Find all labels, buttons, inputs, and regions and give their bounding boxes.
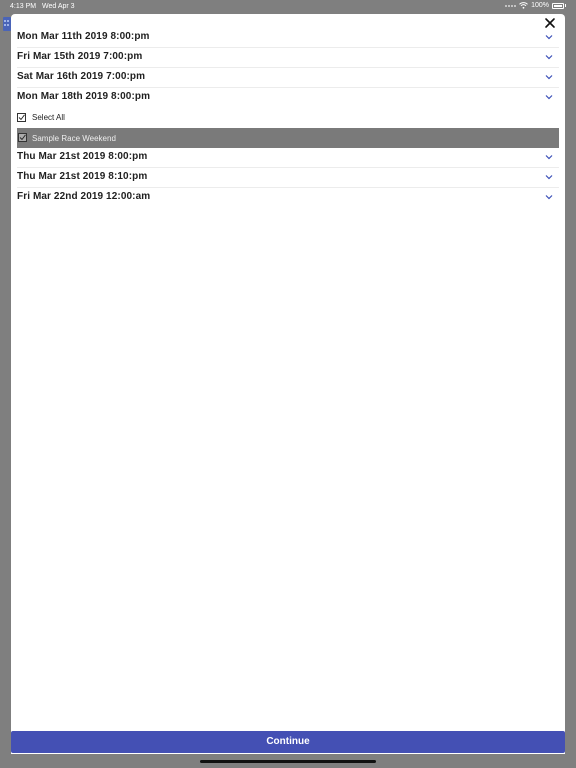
- status-indicators: 100%: [505, 2, 566, 9]
- event-row-label: Fri Mar 22nd 2019 12:00:am: [17, 191, 151, 202]
- status-bar: 4:13 PM Wed Apr 3 100%: [0, 0, 576, 14]
- battery-cap: [565, 4, 566, 7]
- event-row[interactable]: Thu Mar 21st 2019 8:10:pm: [17, 168, 559, 188]
- event-row[interactable]: Mon Mar 11th 2019 8:00:pm: [17, 28, 559, 48]
- event-row[interactable]: Sat Mar 16th 2019 7:00:pm: [17, 68, 559, 88]
- chevron-down-icon: [545, 55, 553, 60]
- chevron-down-icon: [545, 195, 553, 200]
- event-row[interactable]: Thu Mar 21st 2019 8:00:pm: [17, 148, 559, 168]
- checkmark-icon: [18, 114, 25, 121]
- event-item-label: Sample Race Weekend: [32, 134, 116, 143]
- event-selection-modal: Mon Mar 11th 2019 8:00:pm Fri Mar 15th 2…: [11, 14, 565, 754]
- continue-button[interactable]: Continue: [11, 731, 565, 753]
- event-date-list: Mon Mar 11th 2019 8:00:pm Fri Mar 15th 2…: [11, 28, 565, 208]
- event-row-label: Thu Mar 21st 2019 8:10:pm: [17, 171, 148, 182]
- select-all-row[interactable]: Select All: [17, 108, 559, 128]
- battery-percent: 100%: [531, 2, 549, 9]
- event-row[interactable]: Fri Mar 15th 2019 7:00:pm: [17, 48, 559, 68]
- select-all-label: Select All: [32, 113, 65, 122]
- chevron-down-icon: [545, 175, 553, 180]
- status-date: Wed Apr 3: [42, 3, 75, 10]
- event-row-label: Fri Mar 15th 2019 7:00:pm: [17, 51, 143, 62]
- battery-icon: [552, 2, 564, 9]
- signal-icon: [505, 4, 517, 7]
- home-indicator[interactable]: [200, 760, 376, 763]
- checkmark-icon: [19, 134, 26, 141]
- event-row-label: Sat Mar 16th 2019 7:00:pm: [17, 71, 146, 82]
- select-all-checkbox[interactable]: [17, 113, 26, 122]
- wifi-icon: [519, 2, 528, 9]
- event-item-checkbox[interactable]: [18, 133, 27, 142]
- event-row-label: Mon Mar 18th 2019 8:00:pm: [17, 91, 151, 102]
- chevron-down-icon: [545, 35, 553, 40]
- chevron-down-icon: [545, 75, 553, 80]
- event-item-row-selected[interactable]: Sample Race Weekend: [17, 128, 559, 148]
- event-row[interactable]: Fri Mar 22nd 2019 12:00:am: [17, 188, 559, 208]
- status-time: 4:13 PM: [10, 3, 37, 10]
- chevron-down-icon: [545, 155, 553, 160]
- event-row-label: Mon Mar 11th 2019 8:00:pm: [17, 31, 150, 42]
- event-row-label: Thu Mar 21st 2019 8:00:pm: [17, 151, 148, 162]
- event-row-expanded[interactable]: Mon Mar 18th 2019 8:00:pm: [17, 88, 559, 108]
- chevron-down-icon: [545, 95, 553, 100]
- background-app-icon: [3, 17, 11, 31]
